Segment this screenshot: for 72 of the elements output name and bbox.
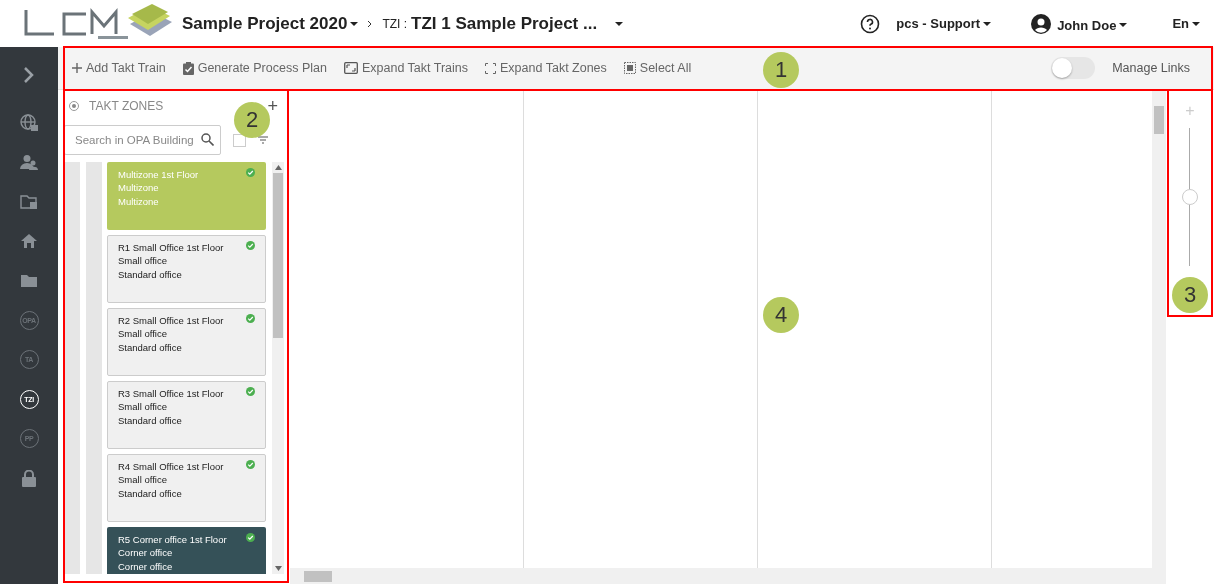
zone-title: R3 Small Office 1st Floor bbox=[118, 387, 224, 401]
zoom-slider-thumb[interactable] bbox=[1182, 189, 1198, 205]
scroll-up-icon[interactable] bbox=[274, 165, 282, 170]
search-icon bbox=[201, 133, 214, 146]
user-avatar-icon bbox=[1031, 13, 1052, 34]
check-circle-icon bbox=[246, 533, 255, 542]
zone-type: Multizone bbox=[118, 181, 160, 195]
lock-icon[interactable] bbox=[22, 469, 36, 487]
check-circle-icon bbox=[246, 314, 255, 323]
toolbar-button[interactable]: Expand Takt Trains bbox=[343, 61, 469, 75]
zone-title: R4 Small Office 1st Floor bbox=[118, 460, 224, 474]
zone-type: Corner office bbox=[118, 546, 174, 560]
check-circle-icon bbox=[246, 241, 255, 250]
zone-card[interactable]: R3 Small Office 1st Floor Small office Standard office bbox=[107, 381, 266, 449]
plus-icon bbox=[72, 63, 82, 73]
search-field[interactable]: Search in OPA Building bbox=[64, 125, 221, 155]
zone-title: R1 Small Office 1st Floor bbox=[118, 241, 224, 255]
zone-category: Standard office bbox=[118, 340, 183, 355]
clipboard-check-icon bbox=[182, 61, 194, 75]
scrollbar[interactable] bbox=[290, 568, 1166, 584]
zone-category: Standard office bbox=[118, 413, 183, 428]
home-icon[interactable] bbox=[21, 234, 37, 249]
manage-links-label: Manage Links bbox=[1112, 61, 1190, 75]
callout-number: 3 bbox=[1172, 277, 1208, 313]
zone-category: Corner office bbox=[118, 559, 174, 574]
zone-category: Standard office bbox=[118, 267, 183, 282]
check-circle-icon bbox=[246, 168, 255, 177]
folder-icon[interactable] bbox=[20, 193, 38, 210]
zone-card[interactable]: R4 Small Office 1st Floor Small office Standard office bbox=[107, 454, 266, 522]
check-circle-icon bbox=[246, 460, 255, 469]
panel-title: TAKT ZONES bbox=[89, 99, 164, 113]
fullscreen-icon bbox=[485, 62, 497, 74]
zone-title: Multizone 1st Floor bbox=[118, 168, 199, 182]
toolbar-button[interactable]: Add Takt Train bbox=[72, 61, 166, 75]
zone-card[interactable]: R1 Small Office 1st Floor Small office Standard office bbox=[107, 235, 266, 303]
language-dropdown[interactable]: En bbox=[1172, 16, 1200, 31]
user-dropdown[interactable]: John Doe bbox=[1057, 17, 1128, 33]
globe-lock-icon[interactable] bbox=[20, 113, 38, 132]
filter-icon[interactable] bbox=[258, 136, 268, 144]
check-circle-icon bbox=[246, 387, 255, 396]
help-icon[interactable] bbox=[860, 13, 881, 34]
scrollbar[interactable] bbox=[272, 162, 284, 574]
select-all-icon bbox=[623, 62, 636, 74]
folder-icon[interactable] bbox=[20, 273, 38, 288]
zoom-slider[interactable] bbox=[1182, 128, 1198, 266]
zone-card[interactable]: R2 Small Office 1st Floor Small office Standard office bbox=[107, 308, 266, 376]
breadcrumb-dropdown[interactable]: TZI 1 Sample Project ... bbox=[411, 13, 624, 34]
zone-type: Small office bbox=[118, 327, 168, 341]
expand-icon bbox=[343, 62, 358, 74]
add-button[interactable]: + bbox=[267, 95, 278, 117]
zone-title: R5 Corner office 1st Floor bbox=[118, 533, 227, 547]
zone-type: Small office bbox=[118, 473, 168, 487]
users-icon[interactable] bbox=[20, 154, 38, 171]
zone-category: Multizone bbox=[118, 194, 160, 209]
zone-type: Small office bbox=[118, 400, 168, 414]
expand-icon[interactable] bbox=[23, 66, 35, 84]
zone-card[interactable]: R5 Corner office 1st Floor Corner office Corner office bbox=[107, 527, 266, 574]
toolbar-button[interactable]: Select All bbox=[623, 61, 692, 75]
breadcrumb-prefix: TZI : bbox=[382, 16, 408, 31]
callout-number: 4 bbox=[763, 297, 799, 333]
breadcrumb-separator-icon bbox=[367, 19, 374, 28]
zone-title: R2 Small Office 1st Floor bbox=[118, 314, 224, 328]
scroll-down-icon[interactable] bbox=[274, 566, 282, 571]
project-dropdown[interactable]: Sample Project 2020 bbox=[182, 13, 359, 34]
callout-number: 2 bbox=[234, 102, 270, 138]
zone-category: Standard office bbox=[118, 486, 183, 501]
support-dropdown[interactable]: pcs - Support bbox=[896, 16, 992, 31]
manage-links-toggle[interactable] bbox=[1051, 57, 1096, 79]
scrollbar[interactable] bbox=[1152, 90, 1166, 568]
toolbar-button[interactable]: Expand Takt Zones bbox=[485, 61, 607, 75]
zone-type: Small office bbox=[118, 254, 168, 268]
toolbar-button[interactable]: Generate Process Plan bbox=[182, 61, 327, 75]
